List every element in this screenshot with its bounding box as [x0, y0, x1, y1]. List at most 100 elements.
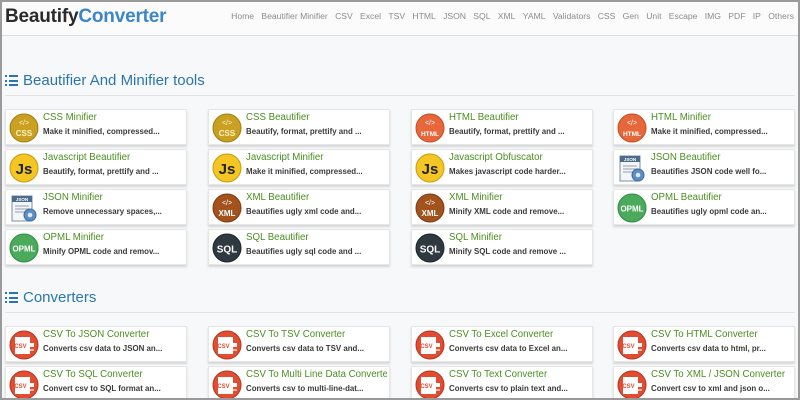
tool-card-description: Make it minified, compressed...	[43, 127, 160, 136]
svg-text:CSV: CSV	[420, 384, 432, 390]
tool-card-csv-to-tsv-converter[interactable]: CSV CSV To TSV Converter Converts csv data…	[208, 326, 390, 362]
tool-card-title[interactable]: XML Minifier	[449, 192, 590, 203]
tool-card-title[interactable]: CSV To XML / JSON Converter	[651, 369, 792, 380]
svg-text:HTML: HTML	[623, 131, 641, 138]
sql-icon: SQL	[212, 233, 242, 263]
tool-card-csv-to-json-converter[interactable]: CSV CSV To JSON Converter Converts csv dat…	[5, 326, 187, 362]
site-logo[interactable]: BeautifyConverter	[5, 6, 167, 28]
csv-icon: CSV	[415, 330, 445, 360]
tool-card-description: Makes javascript code harder...	[449, 167, 566, 176]
nav-link-css[interactable]: CSS	[598, 11, 616, 21]
nav-link-excel[interactable]: Excel	[360, 11, 381, 21]
svg-text:CSV: CSV	[14, 344, 26, 350]
section-title-beautifier: Beautifier And Minifier tools	[5, 72, 205, 89]
svg-text:CSS: CSS	[219, 129, 236, 138]
nav-link-unit[interactable]: Unit	[646, 11, 661, 21]
tool-card-title[interactable]: OPML Minifier	[43, 232, 184, 243]
tool-card-title[interactable]: CSV To Text Converter	[449, 369, 590, 380]
tool-card-description: Make it minified, compressed...	[246, 167, 363, 176]
section-divider	[5, 312, 795, 313]
tool-card-csv-to-sql-converter[interactable]: CSV CSV To SQL Converter Convert csv to SQ…	[5, 366, 187, 400]
tool-card-opml-minifier[interactable]: OPML OPML Minifier Minify OPML code and re…	[5, 229, 187, 265]
tool-card-sql-beautifier[interactable]: SQL SQL Beautifier Beautifies ugly sql cod…	[208, 229, 390, 265]
tool-card-title[interactable]: XML Beautifier	[246, 192, 387, 203]
tool-card-html-minifier[interactable]: </> HTML HTML Minifier Make it minified, co…	[613, 109, 795, 145]
tool-card-description: Convert csv to SQL format an...	[43, 384, 161, 393]
nav-link-json[interactable]: JSON	[443, 11, 466, 21]
svg-text:</>: </>	[627, 120, 637, 127]
nav-link-tsv[interactable]: TSV	[388, 11, 405, 21]
svg-text:SQL: SQL	[217, 245, 238, 256]
tool-card-opml-beautifier[interactable]: OPML OPML Beautifier Beautifies ugly opml …	[613, 189, 795, 225]
tool-card-title[interactable]: CSV To Multi Line Data Converter	[246, 369, 387, 380]
nav-link-ip[interactable]: IP	[753, 11, 761, 21]
svg-text:XML: XML	[219, 209, 236, 218]
nav-link-yaml[interactable]: YAML	[523, 11, 546, 21]
svg-text:Js: Js	[219, 161, 236, 178]
tool-card-description: Converts csv to multi-line-dat...	[246, 384, 364, 393]
tool-card-title[interactable]: CSV To TSV Converter	[246, 329, 387, 340]
tool-card-title[interactable]: HTML Beautifier	[449, 112, 590, 123]
tool-card-title[interactable]: Javascript Beautifier	[43, 152, 184, 163]
svg-text:CSV: CSV	[217, 384, 229, 390]
tool-card-csv-to-excel-converter[interactable]: CSV CSV To Excel Converter Converts csv da…	[411, 326, 593, 362]
tool-card-css-beautifier[interactable]: </> CSS CSS Beautifier Beautify, format, pr…	[208, 109, 390, 145]
tool-card-title[interactable]: JSON Minifier	[43, 192, 184, 203]
nav-link-escape[interactable]: Escape	[669, 11, 698, 21]
nav-link-others[interactable]: Others	[768, 11, 794, 21]
nav-link-home[interactable]: Home	[231, 11, 254, 21]
nav-link-sql[interactable]: SQL	[473, 11, 490, 21]
svg-text:CSS: CSS	[16, 129, 33, 138]
svg-text:JSON: JSON	[624, 157, 636, 162]
tool-card-html-beautifier[interactable]: </> HTML HTML Beautifier Beautify, format, …	[411, 109, 593, 145]
nav-link-img[interactable]: IMG	[705, 11, 721, 21]
tool-card-title[interactable]: SQL Minifier	[449, 232, 590, 243]
tool-card-title[interactable]: CSV To JSON Converter	[43, 329, 184, 340]
tool-card-javascript-beautifier[interactable]: Js Javascript Beautifier Beautify, format,…	[5, 149, 187, 185]
opml-icon: OPML	[9, 233, 39, 263]
tool-card-description: Converts csv to plain text and...	[449, 384, 568, 393]
nav-link-beautifier-minifier[interactable]: Beautifier Minifier	[261, 11, 327, 21]
tool-card-title[interactable]: OPML Beautifier	[651, 192, 792, 203]
tool-card-sql-minifier[interactable]: SQL SQL Minifier Minify SQL code and remov…	[411, 229, 593, 265]
section-title-converters: Converters	[5, 289, 96, 306]
tool-card-description: Beautify, format, prettify and ...	[449, 127, 565, 136]
nav-link-html[interactable]: HTML	[412, 11, 435, 21]
tool-card-title[interactable]: SQL Beautifier	[246, 232, 387, 243]
tool-card-xml-beautifier[interactable]: </> XML XML Beautifier Beautifies ugly xml …	[208, 189, 390, 225]
tool-card-title[interactable]: CSV To HTML Converter	[651, 329, 792, 340]
tool-card-javascript-minifier[interactable]: Js Javascript Minifier Make it minified, c…	[208, 149, 390, 185]
tool-card-description: Converts csv data to Excel an...	[449, 344, 568, 353]
nav-link-csv[interactable]: CSV	[335, 11, 353, 21]
tool-card-title[interactable]: HTML Minifier	[651, 112, 792, 123]
section-title-beautifier-text: Beautifier And Minifier tools	[23, 72, 205, 89]
section-title-converters-text: Converters	[23, 289, 97, 306]
tool-card-title[interactable]: Javascript Obfuscator	[449, 152, 590, 163]
tool-card-xml-minifier[interactable]: </> XML XML Minifier Minify XML code and re…	[411, 189, 593, 225]
svg-text:CSV: CSV	[217, 344, 229, 350]
nav-link-validators[interactable]: Validators	[553, 11, 591, 21]
main-content: Beautifier And Minifier tools Converters…	[0, 36, 800, 400]
tool-card-title[interactable]: CSS Minifier	[43, 112, 184, 123]
tool-card-css-minifier[interactable]: </> CSS CSS Minifier Make it minified, comp…	[5, 109, 187, 145]
nav-link-xml[interactable]: XML	[498, 11, 516, 21]
nav-link-gen[interactable]: Gen	[623, 11, 639, 21]
nav-link-pdf[interactable]: PDF	[728, 11, 745, 21]
tool-card-title[interactable]: CSV To SQL Converter	[43, 369, 184, 380]
tool-card-json-beautifier[interactable]: JSON JSON Beautifier Beautifies JSON code …	[613, 149, 795, 185]
tool-card-title[interactable]: JSON Beautifier	[651, 152, 792, 163]
tool-card-csv-to-xml-json-converter[interactable]: CSV CSV To XML / JSON Converter Convert cs…	[613, 366, 795, 400]
tool-card-csv-to-text-converter[interactable]: CSV CSV To Text Converter Converts csv to …	[411, 366, 593, 400]
tool-card-title[interactable]: Javascript Minifier	[246, 152, 387, 163]
tool-card-description: Beautifies ugly xml code and...	[246, 207, 362, 216]
csv-icon: CSV	[9, 330, 39, 360]
json-icon: JSON	[617, 153, 647, 183]
tool-card-title[interactable]: CSV To Excel Converter	[449, 329, 590, 340]
svg-text:XML: XML	[422, 209, 439, 218]
tool-card-json-minifier[interactable]: JSON JSON Minifier Remove unnecessary spac…	[5, 189, 187, 225]
tool-card-title[interactable]: CSS Beautifier	[246, 112, 387, 123]
tool-card-javascript-obfuscator[interactable]: Js Javascript Obfuscator Makes javascript …	[411, 149, 593, 185]
csv-icon: CSV	[415, 370, 445, 400]
tool-card-csv-to-html-converter[interactable]: CSV CSV To HTML Converter Converts csv dat…	[613, 326, 795, 362]
tool-card-csv-to-multi-line-data-converter[interactable]: CSV CSV To Multi Line Data Converter Conve…	[208, 366, 390, 400]
